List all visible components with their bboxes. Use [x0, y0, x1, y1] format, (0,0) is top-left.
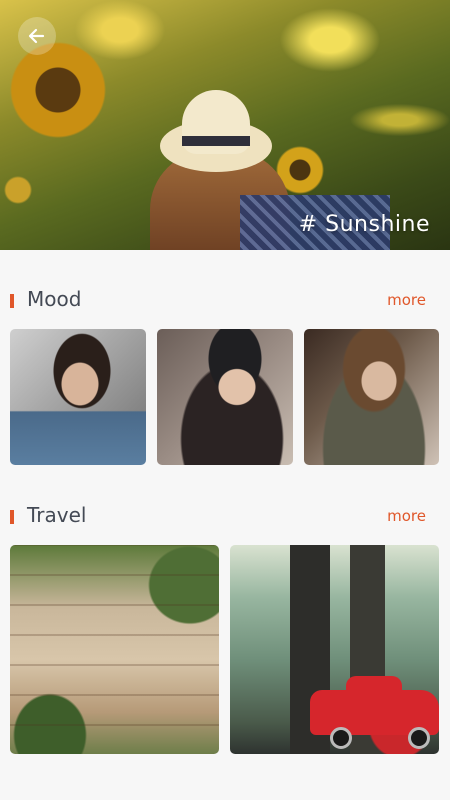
arrow-left-icon [28, 28, 45, 44]
travel-photo-1[interactable] [10, 545, 219, 754]
hero-banner: # Sunshine [0, 0, 450, 250]
travel-more-link[interactable]: more [387, 507, 426, 525]
travel-section-header: Travel more [0, 503, 450, 533]
section-title-mood: Mood [27, 287, 82, 311]
section-title-travel: Travel [27, 503, 87, 527]
mood-photo-1[interactable] [10, 329, 146, 465]
hero-hashtag[interactable]: # Sunshine [299, 212, 430, 237]
mood-photo-2[interactable] [157, 329, 293, 465]
mood-more-link[interactable]: more [387, 291, 426, 309]
travel-photo-2[interactable] [230, 545, 439, 754]
mood-section-header: Mood more [0, 287, 450, 317]
section-accent-bar [10, 294, 14, 308]
back-button[interactable] [18, 17, 56, 55]
section-accent-bar [10, 510, 14, 524]
hero-hat [160, 90, 272, 172]
mood-photo-3[interactable] [304, 329, 439, 465]
